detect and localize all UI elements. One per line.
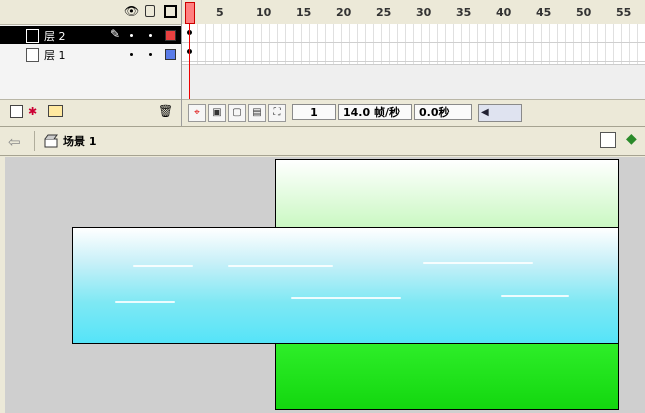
frame-grid[interactable] [182, 24, 645, 65]
frame-number: 45 [536, 6, 552, 19]
frame-number: 10 [256, 6, 272, 19]
scene-label: 场景 1 [63, 135, 97, 148]
water-streak [501, 295, 569, 297]
frame-row-layer-2[interactable] [182, 24, 645, 43]
center-frame-icon[interactable]: ⌖ [188, 104, 206, 122]
edit-scene-icon[interactable] [600, 132, 616, 148]
frame-number: 35 [456, 6, 472, 19]
frame-number: 55 [616, 6, 632, 19]
layer-row-1[interactable]: 层 1 [0, 45, 181, 63]
frame-rate-field: 14.0 帧/秒 [338, 104, 412, 120]
layer-name: 层 2 [44, 30, 66, 43]
layer-header: 👁 [0, 0, 181, 25]
frame-number: 50 [576, 6, 592, 19]
water-streak [423, 262, 533, 264]
add-folder-icon[interactable] [48, 105, 63, 117]
layer-color-swatch[interactable] [165, 30, 176, 41]
frame-ruler[interactable]: 1 5 10 15 20 25 30 35 40 45 50 55 [182, 0, 645, 25]
timeline-horizontal-scrollbar[interactable]: ◀ [478, 104, 522, 122]
back-arrow-icon[interactable]: ⇦ [8, 133, 21, 151]
layer-name: 层 1 [44, 49, 66, 62]
layer-doc-icon [26, 48, 39, 62]
layer-color-swatch[interactable] [165, 49, 176, 60]
trash-icon[interactable]: 🗑 [158, 104, 173, 118]
green-ground-rectangle[interactable] [275, 340, 619, 410]
frames-panel: 1 5 10 15 20 25 30 35 40 45 50 55 ⌖ ▣ [182, 0, 645, 127]
frame-number: 15 [296, 6, 312, 19]
divider [34, 131, 35, 151]
edit-symbols-icon[interactable]: ◆ [626, 131, 637, 147]
edit-multiple-frames-icon[interactable]: ▤ [248, 104, 266, 122]
scene-bar: ⇦ 场景 1 ◆ [0, 126, 645, 156]
lock-icon[interactable] [145, 5, 155, 17]
frame-number: 20 [336, 6, 352, 19]
scene-icon [44, 134, 58, 148]
frame-number: 5 [216, 6, 224, 19]
onion-skin-outlines-icon[interactable]: ▢ [228, 104, 246, 122]
water-streak [291, 297, 401, 299]
outline-icon[interactable] [164, 5, 177, 18]
add-layer-icon[interactable] [10, 105, 23, 118]
layer-doc-icon [26, 29, 39, 43]
sky-gradient-rectangle[interactable] [275, 159, 619, 231]
lock-dot[interactable] [149, 34, 152, 37]
visibility-dot[interactable] [130, 34, 133, 37]
elapsed-time-field: 0.0秒 [414, 104, 472, 120]
timeline-panel: 👁 层 2 ✎ 层 1 ✱ 🗑 1 5 [0, 0, 645, 127]
current-frame-field: 1 [292, 104, 336, 120]
playhead[interactable] [185, 2, 195, 24]
water-streak [115, 301, 175, 303]
pencil-icon: ✎ [110, 27, 121, 41]
lock-dot[interactable] [149, 53, 152, 56]
frame-number: 30 [416, 6, 432, 19]
modify-onion-markers-icon[interactable]: ⛶ [268, 104, 286, 122]
water-gradient-rectangle[interactable] [72, 227, 619, 344]
scroll-left-icon[interactable]: ◀ [481, 107, 489, 118]
layer-panel: 👁 层 2 ✎ 层 1 ✱ 🗑 [0, 0, 182, 127]
onion-skin-icon[interactable]: ▣ [208, 104, 226, 122]
layer-row-2[interactable]: 层 2 ✎ [0, 26, 181, 44]
frame-row-layer-1[interactable] [182, 43, 645, 62]
water-streak [228, 265, 333, 267]
water-streak [133, 265, 193, 267]
frame-number: 40 [496, 6, 512, 19]
frame-number: 25 [376, 6, 392, 19]
layer-footer: ✱ 🗑 [0, 99, 181, 127]
stage[interactable] [5, 157, 645, 413]
visibility-dot[interactable] [130, 53, 133, 56]
add-guide-layer-icon[interactable]: ✱ [28, 105, 37, 118]
eye-icon[interactable]: 👁 [124, 4, 139, 18]
timeline-status-bar: ⌖ ▣ ▢ ▤ ⛶ 1 14.0 帧/秒 0.0秒 ◀ [182, 99, 645, 127]
